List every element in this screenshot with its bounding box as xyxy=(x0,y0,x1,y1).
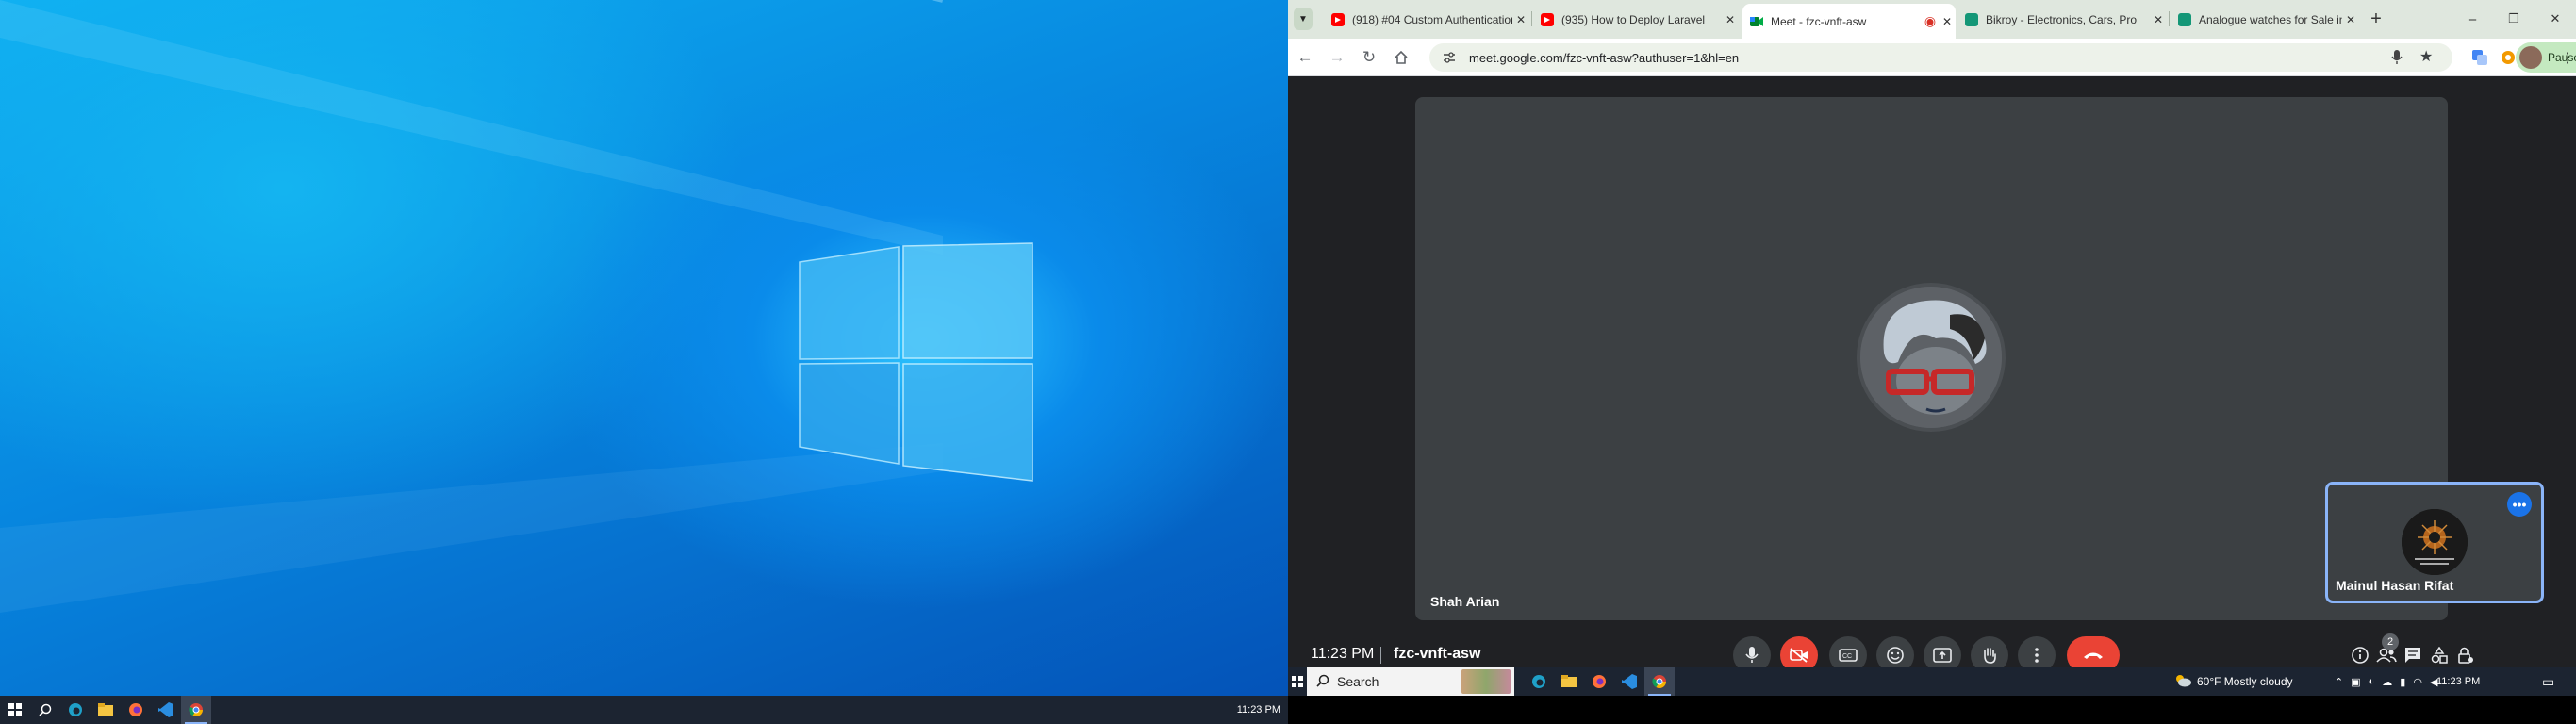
more-options-icon[interactable]: ••• xyxy=(2507,492,2532,517)
chrome-icon[interactable] xyxy=(1644,667,1675,696)
bikroy-icon xyxy=(1965,12,1978,26)
left-monitor: 11:23 PM xyxy=(0,0,1288,724)
close-tab-icon[interactable]: ✕ xyxy=(1722,13,1739,26)
bookmark-star-icon[interactable]: ★ xyxy=(2419,47,2433,66)
firefox-icon[interactable] xyxy=(121,696,151,724)
tray-mic-icon[interactable]: ▮ xyxy=(2400,676,2405,688)
participant-name: Mainul Hasan Rifat xyxy=(2336,578,2454,593)
system-tray: ⌃ ▣ ◐ ☁ ▮ ◠ ◀ xyxy=(2335,667,2437,696)
search-label: Search xyxy=(1337,674,1379,689)
close-window-button[interactable]: ✕ xyxy=(2544,8,2567,30)
new-tab-button[interactable]: + xyxy=(2365,8,2387,30)
tray-wifi-icon[interactable]: ◠ xyxy=(2413,676,2422,688)
notification-icon[interactable]: ▭ xyxy=(2542,674,2554,690)
tab-bikroy-2[interactable]: Analogue watches for Sale in ✕ xyxy=(2171,6,2359,33)
tray-app-icon[interactable]: ▣ xyxy=(2351,676,2360,688)
file-explorer-icon[interactable] xyxy=(91,696,121,724)
meet-icon xyxy=(1750,15,1763,28)
address-bar[interactable]: meet.google.com/fzc-vnft-asw?authuser=1&… xyxy=(1429,43,2452,72)
search-highlight-image xyxy=(1461,669,1511,694)
file-explorer-icon[interactable] xyxy=(1554,667,1584,696)
chat-icon[interactable] xyxy=(2399,641,2427,669)
tab-title: (935) How to Deploy Laravel xyxy=(1561,12,1706,26)
desktop-wallpaper xyxy=(0,0,1288,696)
forward-icon[interactable]: → xyxy=(1326,46,1348,69)
windows-start-icon[interactable] xyxy=(0,696,30,724)
tab-youtube-2[interactable]: (935) How to Deploy Laravel ✕ xyxy=(1533,6,1739,33)
tab-bikroy-1[interactable]: Bikroy - Electronics, Cars, Pro ✕ xyxy=(1957,6,2167,33)
tab-title: (918) #04 Custom Authentication xyxy=(1352,12,1512,26)
translate-icon[interactable] xyxy=(2469,46,2491,69)
back-icon[interactable]: ← xyxy=(1294,46,1316,69)
taskbar-clock[interactable]: 11:23 PM xyxy=(1237,696,1280,724)
host-controls-lock-icon[interactable] xyxy=(2452,641,2480,669)
url-text: meet.google.com/fzc-vnft-asw?authuser=1&… xyxy=(1469,51,1740,65)
tray-security-icon[interactable]: ◐ xyxy=(2369,676,2375,687)
tab-search-chevron-icon[interactable]: ▼ xyxy=(1294,8,1313,30)
taskbar: Search 60°F Mostly cloudy ⌃ ▣ ◐ ☁ ▮ ◠ ◀ … xyxy=(1288,667,2576,696)
right-monitor: ▼ (918) #04 Custom Authentication ✕ (935… xyxy=(1288,0,2576,724)
tab-youtube-1[interactable]: (918) #04 Custom Authentication ✕ xyxy=(1324,6,1529,33)
home-icon[interactable] xyxy=(1390,46,1412,69)
avatar xyxy=(1857,283,2006,432)
main-participant-tile[interactable]: Shah Arian xyxy=(1415,97,2448,620)
close-tab-icon[interactable]: ✕ xyxy=(2150,13,2167,26)
microphone-icon[interactable] xyxy=(2391,50,2403,70)
bikroy-icon xyxy=(2178,12,2191,26)
windows-start-icon[interactable] xyxy=(1288,667,1307,696)
search-icon xyxy=(1316,674,1329,690)
people-icon[interactable]: 2 xyxy=(2372,634,2401,669)
tab-divider xyxy=(1531,11,1532,26)
browser-toolbar: ← → ↻ meet.google.com/fzc-vnft-asw?authu… xyxy=(1288,39,2576,76)
edge-icon[interactable] xyxy=(1524,667,1554,696)
taskbar: 11:23 PM xyxy=(0,696,1288,724)
avatar xyxy=(2519,46,2542,69)
weather-widget[interactable]: 60°F Mostly cloudy xyxy=(2174,667,2293,696)
minimize-button[interactable]: – xyxy=(2461,8,2484,30)
windows-logo-art xyxy=(0,0,1033,613)
close-tab-icon[interactable]: ✕ xyxy=(2342,13,2359,26)
divider xyxy=(1380,647,1381,664)
vscode-icon[interactable] xyxy=(151,696,181,724)
firefox-icon[interactable] xyxy=(1584,667,1614,696)
tab-title: Analogue watches for Sale in xyxy=(2199,12,2342,26)
youtube-icon xyxy=(1331,12,1345,26)
vscode-icon[interactable] xyxy=(1614,667,1644,696)
weather-cloud-icon xyxy=(2174,674,2191,690)
search-icon[interactable] xyxy=(30,696,60,724)
meeting-details-icon[interactable] xyxy=(2346,641,2374,669)
avatar xyxy=(2402,509,2468,575)
recording-icon: ◉ xyxy=(1924,13,1937,28)
activities-icon[interactable] xyxy=(2425,641,2453,669)
meeting-code: fzc-vnft-asw xyxy=(1394,646,1481,662)
participant-name: Shah Arian xyxy=(1430,594,1500,609)
reload-icon[interactable]: ↻ xyxy=(1358,46,1380,69)
chrome-icon[interactable] xyxy=(181,696,211,724)
taskbar-clock[interactable]: 11:23 PM xyxy=(2436,667,2480,696)
weather-text: 60°F Mostly cloudy xyxy=(2197,675,2293,688)
meet-call-area: Shah Arian ••• Mainul Hasan Rifat 11:23 … xyxy=(1288,76,2576,696)
meeting-time: 11:23 PM xyxy=(1311,646,1375,662)
svg-text:CC: CC xyxy=(1842,653,1852,660)
close-tab-icon[interactable]: ✕ xyxy=(1512,13,1529,26)
tab-title: Meet - fzc-vnft-asw xyxy=(1771,14,1867,28)
site-info-icon[interactable] xyxy=(1443,51,1456,69)
tab-title: Bikroy - Electronics, Cars, Pro xyxy=(1986,12,2138,26)
edge-icon[interactable] xyxy=(60,696,91,724)
restore-button[interactable]: ❐ xyxy=(2502,8,2525,30)
tray-network-cloud-icon[interactable]: ☁ xyxy=(2382,676,2392,688)
taskbar-search-box[interactable]: Search xyxy=(1307,667,1514,696)
tab-strip: ▼ (918) #04 Custom Authentication ✕ (935… xyxy=(1288,0,2576,39)
people-count-badge: 2 xyxy=(2382,634,2399,650)
self-participant-tile[interactable]: ••• Mainul Hasan Rifat xyxy=(2325,482,2544,603)
chrome-menu-icon[interactable]: ⋮ xyxy=(2561,46,2575,69)
close-tab-icon[interactable]: ✕ xyxy=(1939,15,1956,28)
tray-chevron-icon[interactable]: ⌃ xyxy=(2335,676,2343,688)
youtube-icon xyxy=(1541,12,1554,26)
tab-divider xyxy=(2169,11,2170,26)
tab-meet[interactable]: Meet - fzc-vnft-asw ◉ ✕ xyxy=(1742,4,1956,39)
